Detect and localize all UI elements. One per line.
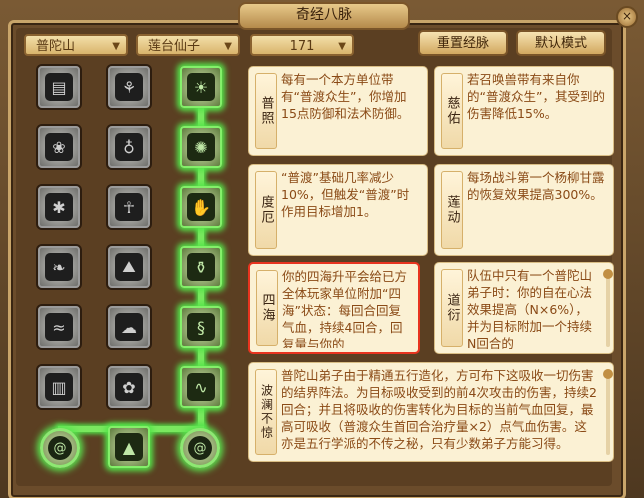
pet-dropdown-value: 莲台仙子 <box>148 39 201 54</box>
flower-icon-glyph: ✿ <box>115 373 143 401</box>
swirl-right-icon-glyph: @ <box>188 436 212 460</box>
mountain-icon[interactable]: ⛰ <box>108 246 150 288</box>
hand-icon-glyph: ✋ <box>187 193 215 221</box>
school-dropdown-value: 普陀山 <box>36 39 76 54</box>
talent-description: 每有一个本方单位带有“普渡众生”，你增加15点防御和法术防御。 <box>281 72 410 121</box>
feather-icon[interactable]: ❧ <box>38 246 80 288</box>
talent-description: 每场战斗第一个杨柳甘露的恢复效果提高300%。 <box>467 170 605 202</box>
chevron-down-icon: ▼ <box>224 41 232 52</box>
reset-meridian-button[interactable]: 重置经脉 <box>418 30 508 56</box>
idol-icon[interactable]: ☥ <box>108 186 150 228</box>
talent-card-due[interactable]: 度厄 “普渡”基础几率减少10%，但触发“普渡”时作用目标增加1。 <box>248 164 428 256</box>
paw-icon[interactable]: ✺ <box>180 126 222 168</box>
school-dropdown[interactable]: 普陀山 ▼ <box>24 34 128 56</box>
sun-icon-glyph: ☀ <box>187 73 215 101</box>
feather-icon-glyph: ❧ <box>45 253 73 281</box>
talent-description: 队伍中只有一个普陀山弟子时：你的自在心法效果提高（N×6%），并为目标附加一个持… <box>467 268 593 349</box>
hand-icon[interactable]: ✋ <box>180 186 222 228</box>
landscape-icon-glyph: ▲ <box>115 433 143 461</box>
scrollbar-thumb[interactable] <box>603 269 613 279</box>
close-icon[interactable]: × <box>616 6 638 28</box>
vase-icon[interactable]: ⚱ <box>180 246 222 288</box>
serpent-icon[interactable]: § <box>180 306 222 348</box>
talent-title: 慈佑 <box>441 73 463 149</box>
scrollbar[interactable] <box>603 369 613 455</box>
talent-title: 道衍 <box>441 269 463 347</box>
talent-description: 你的四海升平会给已方全体玩家单位附加“四海”状态：每回合回复气血，持续4回合，回… <box>282 269 408 348</box>
swirl-left-icon-glyph: @ <box>48 436 72 460</box>
scrollbar-thumb[interactable] <box>603 369 613 379</box>
wave-icon[interactable]: ≈ <box>38 306 80 348</box>
book-icon-glyph: ▤ <box>45 73 73 101</box>
swirl-left-icon[interactable]: @ <box>40 428 80 468</box>
landscape-icon[interactable]: ▲ <box>108 426 150 468</box>
talent-title: 莲动 <box>441 171 463 249</box>
talent-title: 波澜不惊 <box>255 369 277 455</box>
level-dropdown[interactable]: 171 ▼ <box>250 34 354 56</box>
paw-icon-glyph: ✺ <box>187 133 215 161</box>
lotus-icon-glyph: ❀ <box>45 133 73 161</box>
chevron-down-icon: ▼ <box>112 41 120 52</box>
cloud-icon[interactable]: ☁ <box>108 306 150 348</box>
scroll-icon-glyph: ▥ <box>45 373 73 401</box>
swirl-right-icon[interactable]: @ <box>180 428 220 468</box>
talent-card-bolanbujing[interactable]: 波澜不惊 普陀山弟子由于精通五行造化，方可布下这吸收一切伤害的结界阵法。为目标吸… <box>248 362 614 462</box>
mountain-icon-glyph: ⛰ <box>115 253 143 281</box>
spider-icon-glyph: ✱ <box>45 193 73 221</box>
scrollbar[interactable] <box>603 269 613 347</box>
talent-description: 普陀山弟子由于精通五行造化，方可布下这吸收一切伤害的结界阵法。为目标吸收受到的前… <box>281 368 597 451</box>
bell-icon-glyph: ♁ <box>115 133 143 161</box>
book-icon[interactable]: ▤ <box>38 66 80 108</box>
flower-icon[interactable]: ✿ <box>108 366 150 408</box>
lotus-icon[interactable]: ❀ <box>38 126 80 168</box>
default-mode-button[interactable]: 默认模式 <box>516 30 606 56</box>
talent-card-ciyou[interactable]: 慈佑 若召唤兽带有来自你的“普渡众生”，其受到的伤害降低15%。 <box>434 66 614 156</box>
pet-dropdown[interactable]: 莲台仙子 ▼ <box>136 34 240 56</box>
vase-icon-glyph: ⚱ <box>187 253 215 281</box>
scroll-icon[interactable]: ▥ <box>38 366 80 408</box>
talent-description: 若召唤兽带有来自你的“普渡众生”，其受到的伤害降低15%。 <box>467 72 605 121</box>
idol-icon-glyph: ☥ <box>115 193 143 221</box>
spider-icon[interactable]: ✱ <box>38 186 80 228</box>
wave-icon-glyph: ≈ <box>45 313 73 341</box>
talent-card-puzhao[interactable]: 普照 每有一个本方单位带有“普渡众生”，你增加15点防御和法术防御。 <box>248 66 428 156</box>
serpent-icon-glyph: § <box>187 313 215 341</box>
talent-description: “普渡”基础几率减少10%，但触发“普渡”时作用目标增加1。 <box>281 170 410 219</box>
tide-icon[interactable]: ∿ <box>180 366 222 408</box>
bell-icon[interactable]: ♁ <box>108 126 150 168</box>
tide-icon-glyph: ∿ <box>187 373 215 401</box>
chevron-down-icon: ▼ <box>338 41 346 52</box>
crane-icon-glyph: ⚘ <box>115 73 143 101</box>
talent-title: 度厄 <box>255 171 277 249</box>
level-dropdown-value: 171 <box>289 39 315 54</box>
talent-title: 普照 <box>255 73 277 149</box>
talent-card-liandong[interactable]: 莲动 每场战斗第一个杨柳甘露的恢复效果提高300%。 <box>434 164 614 256</box>
talent-card-daoyan[interactable]: 道衍 队伍中只有一个普陀山弟子时：你的自在心法效果提高（N×6%），并为目标附加… <box>434 262 614 354</box>
meridian-window: 奇经八脉 × 普陀山 ▼ 莲台仙子 ▼ 171 ▼ 重置经脉 默认模式 ▤ ❀ ✱ ❧… <box>0 0 644 498</box>
crane-icon[interactable]: ⚘ <box>108 66 150 108</box>
sun-icon[interactable]: ☀ <box>180 66 222 108</box>
talent-title: 四海 <box>256 270 278 346</box>
talent-card-sihai[interactable]: 四海 你的四海升平会给已方全体玩家单位附加“四海”状态：每回合回复气血，持续4回… <box>248 262 420 354</box>
cloud-icon-glyph: ☁ <box>115 313 143 341</box>
window-title: 奇经八脉 <box>238 2 410 30</box>
